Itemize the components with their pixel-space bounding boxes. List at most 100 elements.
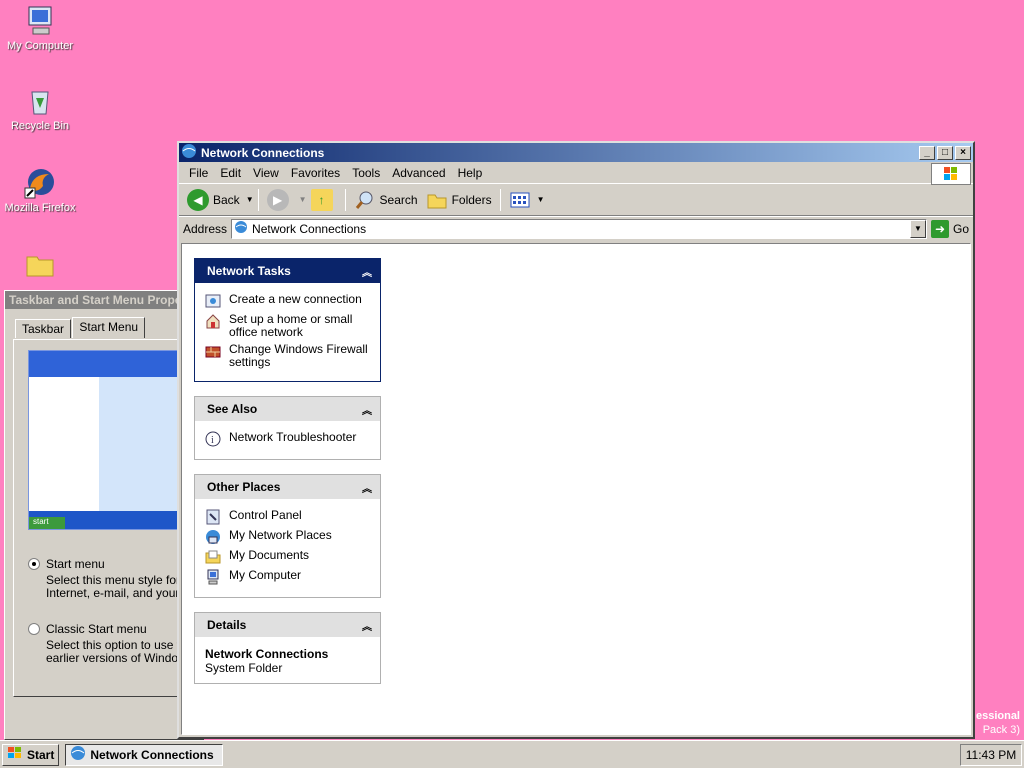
forward-button[interactable]: ▶	[263, 187, 297, 213]
details-item-type: System Folder	[205, 661, 283, 675]
back-label: Back	[213, 192, 240, 207]
desktop-icon-label: My Computer	[6, 40, 74, 52]
desktop-icon-label: Recycle Bin	[10, 120, 70, 132]
search-icon	[354, 189, 376, 211]
menu-file[interactable]: File	[183, 164, 214, 182]
address-value: Network Connections	[252, 221, 367, 236]
minimize-button[interactable]: _	[919, 145, 935, 160]
menu-bar: File Edit View Favorites Tools Advanced …	[179, 162, 973, 185]
go-arrow-icon: ➜	[930, 219, 949, 238]
folders-button[interactable]: Folders	[422, 187, 496, 213]
collapse-chevron-icon[interactable]: ︽	[362, 618, 372, 633]
network-troubleshooter-link[interactable]: i Network Troubleshooter	[205, 431, 370, 447]
collapse-chevron-icon[interactable]: ︽	[362, 402, 372, 417]
recycle-bin-icon	[23, 84, 57, 118]
views-icon	[509, 189, 531, 211]
folder-up-icon: ↑	[310, 188, 333, 211]
my-network-places-link[interactable]: My Network Places	[205, 529, 370, 545]
details-header[interactable]: Details ︽	[195, 613, 380, 637]
details-title: Details	[207, 618, 247, 632]
forward-dropdown-icon[interactable]: ▼	[299, 195, 307, 204]
folder-content[interactable]: Network Tasks ︽ Create a new connection	[181, 243, 971, 735]
search-label: Search	[379, 192, 418, 207]
firewall-icon	[205, 343, 221, 359]
taskbar: Start Network Connections 11:43 PM	[0, 740, 1024, 768]
other-places-panel: Other Places ︽ Control Panel My Network …	[194, 474, 381, 598]
collapse-chevron-icon[interactable]: ︽	[362, 480, 372, 495]
computer-icon	[205, 569, 221, 585]
desktop-icon-label: Mozilla Firefox	[4, 202, 76, 214]
menu-tools[interactable]: Tools	[346, 164, 386, 182]
desktop-watermark-line2: Pack 3)	[982, 724, 1020, 736]
taskbar-button-network-connections[interactable]: Network Connections	[65, 743, 224, 766]
maximize-button[interactable]: □	[937, 145, 953, 160]
system-tray[interactable]: 11:43 PM	[960, 743, 1022, 766]
task-pane: Network Tasks ︽ Create a new connection	[194, 258, 381, 698]
menu-edit[interactable]: Edit	[214, 164, 247, 182]
control-panel-link[interactable]: Control Panel	[205, 509, 370, 525]
network-connections-small-icon	[234, 220, 248, 237]
desktop-icon-my-computer[interactable]: My Computer	[0, 4, 80, 52]
my-documents-link[interactable]: My Documents	[205, 549, 370, 565]
address-input[interactable]: Network Connections ▼	[231, 218, 927, 239]
network-places-icon	[205, 529, 221, 545]
taskbar-properties-dialog[interactable]: Taskbar and Start Menu Prope Taskbar Sta…	[4, 290, 204, 740]
see-also-panel: See Also ︽ i Network Troubleshooter	[194, 396, 381, 460]
desktop-icon-firefox[interactable]: Mozilla Firefox	[0, 166, 80, 214]
desktop-icon-recycle-bin[interactable]: Recycle Bin	[0, 84, 80, 132]
link-label: My Computer	[229, 568, 302, 582]
tab-start-menu[interactable]: Start Menu	[72, 317, 146, 338]
close-button[interactable]: ×	[955, 145, 971, 160]
back-button[interactable]: ◀ Back	[183, 187, 244, 213]
clock: 11:43 PM	[965, 747, 1017, 762]
desktop-icon-folder[interactable]	[0, 248, 80, 284]
menu-help[interactable]: Help	[452, 164, 489, 182]
link-label: My Network Places	[229, 528, 332, 542]
classic-start-menu-option-label: Classic Start menu	[46, 622, 147, 636]
start-button[interactable]: Start	[2, 743, 60, 766]
classic-start-menu-option-desc: earlier versions of Windows.	[46, 652, 196, 665]
start-menu-preview: start	[28, 350, 189, 530]
network-connections-icon	[181, 143, 197, 162]
folder-icon	[23, 248, 57, 282]
dialog-title: Taskbar and Start Menu Prope	[5, 291, 203, 309]
start-label: Start	[27, 747, 55, 762]
up-button[interactable]: ↑	[307, 187, 341, 213]
link-label: Network Troubleshooter	[229, 430, 357, 444]
go-button[interactable]: ➜ Go	[930, 219, 969, 238]
back-dropdown-icon[interactable]: ▼	[246, 195, 254, 204]
computer-icon	[23, 4, 57, 38]
title-bar[interactable]: Network Connections _ □ ×	[179, 143, 973, 162]
collapse-chevron-icon[interactable]: ︽	[362, 264, 372, 279]
my-computer-link[interactable]: My Computer	[205, 569, 370, 585]
menu-advanced[interactable]: Advanced	[386, 164, 451, 182]
folders-label: Folders	[451, 192, 492, 207]
menu-view[interactable]: View	[247, 164, 285, 182]
address-dropdown-icon[interactable]: ▼	[909, 219, 926, 238]
dialog-tabs: Taskbar Start Menu	[15, 317, 146, 340]
start-menu-option-label: Start menu	[46, 557, 105, 571]
home-network-link[interactable]: Set up a home or small office network	[205, 313, 370, 339]
network-tasks-header[interactable]: Network Tasks ︽	[195, 259, 380, 283]
windows-logo-icon	[931, 163, 971, 185]
classic-start-menu-radio[interactable]	[28, 623, 40, 635]
menu-favorites[interactable]: Favorites	[285, 164, 346, 182]
views-button[interactable]: ▼	[505, 187, 549, 213]
create-new-connection-link[interactable]: Create a new connection	[205, 293, 370, 309]
start-menu-radio[interactable]	[28, 558, 40, 570]
other-places-header[interactable]: Other Places ︽	[195, 475, 380, 499]
tab-taskbar[interactable]: Taskbar	[15, 319, 72, 338]
details-panel: Details ︽ Network Connections System Fol…	[194, 612, 381, 684]
network-connections-window[interactable]: Network Connections _ □ × File Edit View…	[177, 141, 975, 739]
windows-flag-icon	[7, 746, 23, 763]
firefox-icon	[23, 166, 57, 200]
standard-toolbar: ◀ Back ▼ ▶ ▼ ↑ Search Folders ▼	[179, 184, 973, 216]
start-menu-option-desc: Internet, e-mail, and your fav	[46, 587, 196, 600]
search-button[interactable]: Search	[350, 187, 422, 213]
start-menu-tab-panel: start Start menu Select this menu style …	[13, 339, 203, 697]
network-connections-icon	[70, 745, 86, 764]
firewall-settings-link[interactable]: Change Windows Firewall settings	[205, 343, 370, 369]
see-also-header[interactable]: See Also ︽	[195, 397, 380, 421]
preview-start-button: start	[29, 517, 65, 529]
start-menu-option-desc: Select this menu style for ea	[46, 574, 196, 587]
